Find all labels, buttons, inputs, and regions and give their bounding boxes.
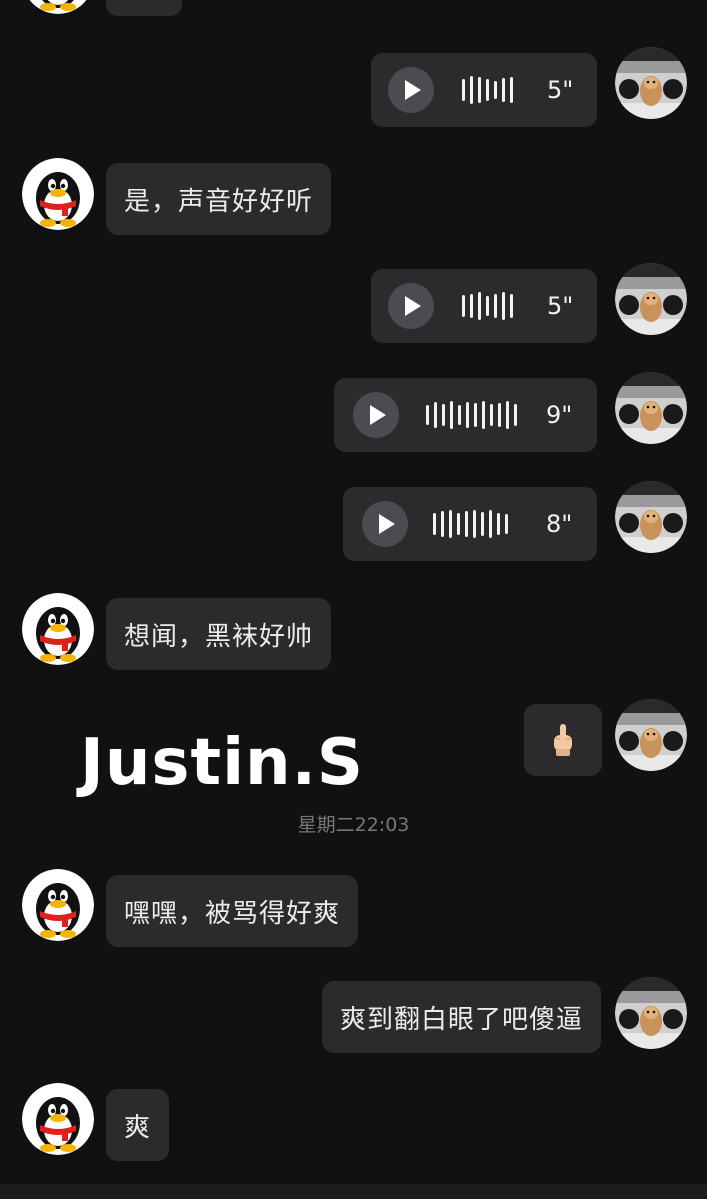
waveform-icon [462, 75, 513, 105]
hamster-photo-icon [615, 263, 687, 335]
hamster-photo-icon [615, 47, 687, 119]
hamster-photo-icon [615, 977, 687, 1049]
text-message-bubble[interactable]: 是，声音好好听 [106, 163, 332, 235]
voice-duration: 5" [547, 292, 574, 320]
self-avatar[interactable] [615, 481, 687, 553]
emoji-message-bubble[interactable] [524, 704, 602, 776]
contact-avatar[interactable] [22, 869, 94, 941]
play-icon[interactable] [362, 501, 408, 547]
waveform-icon [426, 400, 517, 430]
text-message-bubble[interactable]: 爽到翻白眼了吧傻逼 [321, 981, 601, 1053]
voice-message-bubble[interactable]: 9" [334, 378, 597, 452]
text-message-bubble[interactable]: 爽 [106, 1089, 170, 1161]
waveform-icon [433, 509, 508, 539]
self-avatar[interactable] [615, 47, 687, 119]
qq-penguin-icon [22, 0, 94, 14]
play-icon[interactable] [353, 392, 399, 438]
self-avatar[interactable] [615, 372, 687, 444]
contact-avatar[interactable] [22, 1083, 94, 1155]
message-bubble-partial [106, 0, 182, 16]
contact-avatar[interactable] [22, 158, 94, 230]
play-icon[interactable] [388, 283, 434, 329]
self-avatar[interactable] [615, 263, 687, 335]
hamster-photo-icon [615, 699, 687, 771]
message-timestamp: 星期二22:03 [297, 814, 410, 836]
voice-duration: 8" [546, 510, 573, 538]
waveform-icon [462, 291, 513, 321]
hamster-photo-icon [615, 481, 687, 553]
qq-penguin-icon [22, 1083, 94, 1155]
voice-duration: 5" [547, 76, 574, 104]
voice-message-bubble[interactable]: 8" [343, 487, 597, 561]
self-avatar[interactable] [615, 699, 687, 771]
justin-s-overlay-text: Justin.S [80, 726, 364, 800]
qq-penguin-icon [22, 158, 94, 230]
contact-avatar[interactable] [22, 593, 94, 665]
voice-message-bubble[interactable]: 5" [371, 269, 597, 343]
qq-penguin-icon [22, 593, 94, 665]
play-icon[interactable] [388, 67, 434, 113]
middle-finger-emoji-icon [554, 724, 572, 756]
voice-message-bubble[interactable]: 5" [371, 53, 597, 127]
voice-duration: 9" [546, 401, 573, 429]
qq-penguin-icon [22, 869, 94, 941]
text-message-bubble[interactable]: 想闻，黑袜好帅 [106, 598, 332, 670]
contact-avatar[interactable] [22, 0, 94, 14]
input-bar-edge [0, 1184, 707, 1199]
hamster-photo-icon [615, 372, 687, 444]
text-message-bubble[interactable]: 嘿嘿，被骂得好爽 [106, 875, 359, 947]
self-avatar[interactable] [615, 977, 687, 1049]
